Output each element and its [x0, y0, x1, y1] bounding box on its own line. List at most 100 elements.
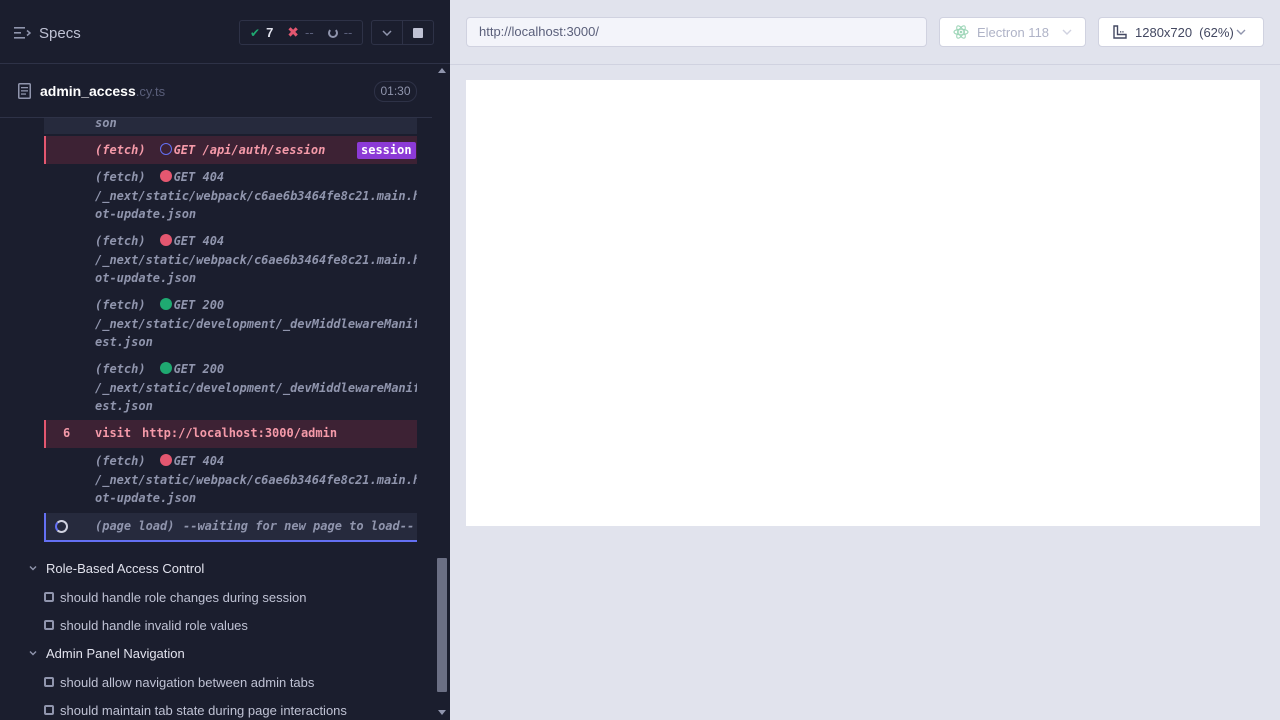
suite-header[interactable]: Role-Based Access Control [28, 558, 204, 578]
command-name: (fetch) [95, 143, 146, 157]
test-stats: ✔ 7 ✖ -- -- [239, 20, 363, 45]
command-method: GET [173, 143, 196, 157]
file-icon [18, 83, 31, 99]
test-title: should allow navigation between admin ta… [60, 674, 315, 690]
browser-name: Electron 118 [977, 24, 1050, 40]
command-number: 6 [63, 426, 71, 440]
pending-request-icon [159, 143, 172, 155]
command-status: GET 404 [173, 234, 225, 248]
options-dropdown-button[interactable] [372, 21, 403, 44]
electron-icon [953, 25, 969, 39]
check-icon: ✔ [250, 25, 261, 40]
viewport-size: 1280x720 [1135, 24, 1193, 40]
specs-label: Specs [39, 24, 81, 42]
spec-title[interactable]: admin_access.cy.ts [40, 83, 165, 99]
command-text: (fetch) GET 404 [95, 170, 224, 184]
chevron-down-icon [382, 29, 392, 36]
command-path: /_next/static/development/_devMiddleware… [95, 381, 417, 395]
command-name: (fetch) [95, 298, 146, 312]
command-row[interactable]: (fetch) GET 404 /_next/static/webpack/c6a… [44, 168, 417, 226]
command-path-cont: ot-update.json [95, 271, 197, 285]
test-item[interactable]: should handle invalid role values [44, 616, 248, 634]
chevron-down-icon [1236, 29, 1246, 35]
test-item[interactable]: should allow navigation between admin ta… [44, 673, 314, 691]
command-name: (fetch) [95, 454, 146, 468]
chevron-down-icon [29, 651, 37, 656]
stop-button[interactable] [403, 21, 433, 44]
command-path-cont: ot-update.json [95, 207, 197, 221]
viewport-selector[interactable]: 1280x720 (62%) [1098, 17, 1264, 47]
aut-url-bar[interactable]: http://localhost:3000/ [466, 17, 927, 47]
browser-selector[interactable]: Electron 118 [939, 17, 1086, 47]
run-controls [371, 20, 434, 45]
chevron-down-icon [1062, 29, 1072, 35]
command-log: son (fetch) GET /api/auth/session session… [44, 118, 417, 544]
spec-extension: .cy.ts [135, 84, 166, 99]
command-status: GET 404 [173, 454, 225, 468]
command-text: (fetch) GET /api/auth/session [95, 143, 325, 157]
stat-passed: ✔ 7 [250, 25, 273, 40]
suite-title: Role-Based Access Control [46, 560, 205, 576]
status-error-icon [159, 170, 172, 182]
session-badge: session [357, 142, 416, 159]
command-path: /api/auth/session [202, 143, 326, 157]
status-error-icon [159, 234, 172, 246]
app-under-test-frame[interactable] [466, 80, 1260, 526]
command-status: GET 200 [173, 362, 225, 376]
reporter-header: Specs ✔ 7 ✖ -- -- [0, 0, 450, 64]
command-path-cont: est.json [95, 335, 153, 349]
spec-duration: 01:30 [374, 81, 417, 102]
failed-count: -- [305, 25, 314, 40]
test-pending-icon [44, 677, 54, 687]
reporter-scrollbar[interactable] [434, 65, 450, 720]
command-path: /_next/static/webpack/c6ae6b3464fe8c21.m… [95, 253, 417, 267]
command-row-visit[interactable]: 6 visit http://localhost:3000/admin [44, 420, 417, 448]
pending-icon [327, 27, 338, 38]
command-fragment: son [95, 118, 117, 130]
status-ok-icon [159, 362, 172, 374]
command-row[interactable]: (fetch) GET 404 /_next/static/webpack/c6a… [44, 232, 417, 290]
status-ok-icon [159, 298, 172, 310]
command-path: /_next/static/webpack/c6ae6b3464fe8c21.m… [95, 189, 417, 203]
command-name: (fetch) [95, 170, 146, 184]
command-text: (fetch) GET 404 [95, 234, 224, 248]
command-text: (fetch) GET 200 [95, 298, 224, 312]
x-icon: ✖ [287, 24, 300, 40]
spec-name: admin_access [40, 83, 136, 99]
pending-count: -- [343, 25, 353, 40]
command-url: http://localhost:3000/admin [142, 426, 338, 440]
scrollbar-thumb[interactable] [437, 558, 447, 692]
command-text: (fetch) GET 404 [95, 454, 224, 468]
suite-header[interactable]: Admin Panel Navigation [28, 643, 185, 663]
aut-header-divider [450, 64, 1280, 65]
test-item[interactable]: should maintain tab state during page in… [44, 701, 347, 719]
test-pending-icon [44, 705, 54, 715]
command-path: /_next/static/webpack/c6ae6b3464fe8c21.m… [95, 473, 417, 487]
command-row[interactable]: (fetch) GET 404 /_next/static/webpack/c6a… [44, 452, 417, 510]
command-row-running[interactable]: (page load) --waiting for new page to lo… [44, 513, 417, 542]
chevron-down-icon [29, 566, 37, 571]
command-name: (fetch) [95, 234, 146, 248]
command-row[interactable]: (fetch) GET 200 /_next/static/development… [44, 296, 417, 354]
scroll-up-arrow-icon[interactable] [438, 68, 446, 73]
test-item[interactable]: should handle role changes during sessio… [44, 588, 306, 606]
command-row[interactable]: (fetch) GET 200 /_next/static/development… [44, 360, 417, 418]
command-name: (fetch) [95, 362, 146, 376]
viewport-zoom: (62%) [1199, 24, 1234, 40]
command-text: (fetch) GET 200 [95, 362, 224, 376]
command-path-cont: ot-update.json [95, 491, 197, 505]
reporter-panel: Specs ✔ 7 ✖ -- -- admin_access.cy.ts 01:… [0, 0, 450, 720]
command-path: /_next/static/development/_devMiddleware… [95, 317, 417, 331]
specs-list-toggle[interactable]: Specs [14, 20, 84, 46]
stop-icon [412, 27, 423, 38]
test-title: should maintain tab state during page in… [60, 702, 347, 718]
command-status: GET 200 [173, 298, 225, 312]
scroll-down-arrow-icon[interactable] [438, 710, 446, 715]
test-pending-icon [44, 620, 54, 630]
command-row[interactable]: son [44, 118, 417, 134]
viewport-icon [1113, 25, 1127, 39]
specs-list-icon [14, 27, 31, 39]
command-row-failed[interactable]: (fetch) GET /api/auth/session session [44, 136, 417, 164]
test-title: should handle role changes during sessio… [60, 589, 307, 605]
status-error-icon [159, 454, 172, 466]
